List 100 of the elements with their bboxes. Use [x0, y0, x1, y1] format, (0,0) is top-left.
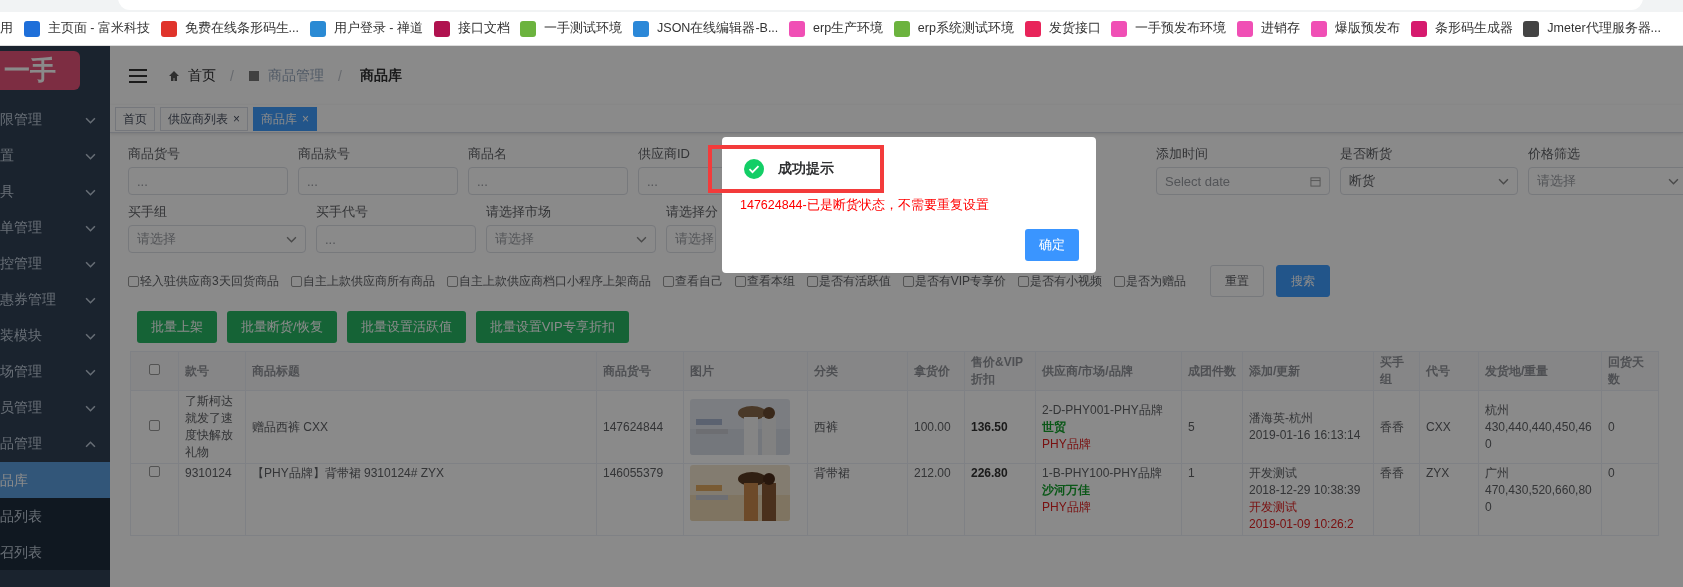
- sidebar-subitem[interactable]: 召列表: [0, 534, 110, 570]
- input-field[interactable]: ...: [298, 167, 458, 195]
- confirm-button[interactable]: 确定: [1025, 229, 1079, 261]
- menu-icon[interactable]: [128, 67, 148, 84]
- sidebar-item[interactable]: 惠券管理: [0, 282, 110, 318]
- filter-checkbox[interactable]: 查看本组: [734, 272, 795, 290]
- sidebar-item[interactable]: 限管理: [0, 102, 110, 138]
- column-header: 商品标题: [245, 351, 597, 391]
- bookmark-link[interactable]: 接口文档: [433, 20, 510, 37]
- home-icon: [168, 69, 180, 82]
- breadcrumb-separator: /: [337, 67, 342, 84]
- chevron-icon: [85, 296, 96, 304]
- input-field[interactable]: ...: [468, 167, 628, 195]
- select-all-checkbox[interactable]: [149, 363, 160, 375]
- grid-icon: [247, 69, 260, 82]
- page-tab[interactable]: 首页: [115, 106, 155, 131]
- bookmark-link[interactable]: 进销存: [1237, 20, 1301, 37]
- bookmark-link[interactable]: 免费在线条形码生...: [160, 20, 299, 37]
- table-cell: 香香: [1373, 463, 1420, 536]
- sidebar-subitem[interactable]: 品库: [0, 462, 110, 498]
- column-header: 商品货号: [596, 351, 684, 391]
- bookmark-link[interactable]: 条形码生成器: [1410, 20, 1513, 37]
- table-cell: 背带裙: [807, 463, 908, 536]
- bookmark-link[interactable]: 主页面 - 富米科技: [23, 20, 150, 37]
- sidebar-item[interactable]: 具: [0, 174, 110, 210]
- field-label: 添加时间: [1156, 145, 1209, 163]
- select-field[interactable]: 断货: [1340, 167, 1518, 195]
- filter-checkbox[interactable]: 自主上款供应商所有商品: [290, 272, 435, 290]
- column-header: 款号: [178, 351, 246, 391]
- bookmark-link[interactable]: 一手预发布环境: [1111, 20, 1227, 37]
- search-button[interactable]: 搜索: [1276, 265, 1331, 297]
- row-checkbox[interactable]: [149, 466, 160, 477]
- supplier-code: 2-D-PHY001-PHY品牌: [1042, 401, 1164, 419]
- field-label: 供应商ID: [638, 145, 691, 163]
- filter-checkbox[interactable]: 是否有VIP专享价: [902, 272, 1007, 290]
- chevron-icon: [85, 116, 96, 124]
- filter-checkbox[interactable]: 轻入驻供应商3天回货商品: [128, 272, 279, 290]
- table-cell: CXX: [1419, 390, 1479, 464]
- bookmark-link[interactable]: JSON在线编辑器-B...: [633, 20, 779, 37]
- chevron-icon: [85, 404, 96, 412]
- bookmark-link[interactable]: 用: [0, 20, 13, 37]
- sidebar-item[interactable]: 装模块: [0, 318, 110, 354]
- update-entry: 2018-12-29 10:38:39: [1249, 482, 1362, 499]
- bookmark-link[interactable]: 一手测试环境: [520, 20, 623, 37]
- sidebar-subitem[interactable]: 品列表: [0, 498, 110, 534]
- filter-checkbox[interactable]: 是否有小视频: [1018, 272, 1103, 290]
- chevron-icon: [85, 152, 96, 160]
- update-entry: 2019-01-09 10:26:2: [1249, 516, 1355, 533]
- table-cell: 了斯柯达就发了速度快解放礼物: [178, 390, 246, 464]
- filter-checkbox[interactable]: 自主上款供应商档口小程序上架商品: [446, 272, 651, 290]
- chevron-icon: [85, 188, 96, 196]
- sidebar-item[interactable]: 单管理: [0, 210, 110, 246]
- bulk-action-button[interactable]: 批量断货/恢复: [227, 311, 337, 343]
- sidebar-item[interactable]: 置: [0, 138, 110, 174]
- bookmark-link[interactable]: 爆版预发布: [1310, 20, 1400, 37]
- table-cell: 0: [1601, 390, 1659, 464]
- column-header: 成团件数: [1181, 351, 1243, 391]
- field-label: 价格筛选: [1528, 145, 1581, 163]
- table-cell: 226.80: [964, 463, 1036, 536]
- bookmark-link[interactable]: 发货接口: [1024, 20, 1101, 37]
- filter-checkbox[interactable]: 是否有活跃值: [806, 272, 891, 290]
- field-label: 商品货号: [128, 145, 181, 163]
- column-header: 供应商/市场/品牌: [1035, 351, 1182, 391]
- chevron-icon: [85, 260, 96, 268]
- table-cell: 香香: [1373, 390, 1420, 464]
- bookmark-link[interactable]: 用户登录 - 禅道: [309, 20, 423, 37]
- table-cell: 100.00: [907, 390, 965, 464]
- reset-button[interactable]: 重置: [1210, 265, 1265, 297]
- input-field[interactable]: ...: [128, 167, 288, 195]
- success-icon: [744, 159, 764, 179]
- column-header: 发货地/重量: [1478, 351, 1602, 391]
- table-cell: 1: [1181, 463, 1243, 536]
- filter-checkbox[interactable]: 是否为赠品: [1114, 272, 1187, 290]
- input-field[interactable]: ...: [316, 225, 476, 253]
- table-cell: 0: [1601, 463, 1659, 536]
- page-tab[interactable]: 商品库 ×: [253, 106, 318, 131]
- column-header: 分类: [807, 351, 908, 391]
- bulk-action-button[interactable]: 批量设置活跃值: [346, 311, 466, 343]
- sidebar-item[interactable]: 品管理: [0, 426, 110, 462]
- row-checkbox[interactable]: [149, 419, 160, 431]
- sidebar-item[interactable]: 场管理: [0, 354, 110, 390]
- bulk-action-button[interactable]: 批量上架: [137, 311, 217, 343]
- table-cell: 146055379: [596, 463, 684, 536]
- table-cell: ZYX: [1419, 463, 1479, 536]
- bookmark-link[interactable]: Jmeter代理服务器...: [1523, 20, 1661, 37]
- table-cell: 147624844: [596, 390, 684, 464]
- bulk-action-button[interactable]: 批量设置VIP专享折扣: [475, 311, 629, 343]
- column-header: 拿货价: [907, 351, 965, 391]
- sidebar-item[interactable]: 控管理: [0, 246, 110, 282]
- sidebar-item[interactable]: 员管理: [0, 390, 110, 426]
- page-tab[interactable]: 供应商列表 ×: [160, 106, 248, 131]
- bookmark-link[interactable]: erp生产环境: [789, 20, 884, 37]
- filter-checkbox[interactable]: 查看自己: [662, 272, 723, 290]
- table-cell: 212.00: [907, 463, 965, 536]
- brand-name: PHY品牌: [1042, 435, 1092, 453]
- breadcrumb-link[interactable]: 首页: [188, 66, 216, 85]
- chevron-icon: [85, 368, 96, 376]
- table-cell: 136.50: [964, 390, 1036, 464]
- bookmark-link[interactable]: erp系统测试环境: [893, 20, 1014, 37]
- chevron-icon: [85, 332, 96, 340]
